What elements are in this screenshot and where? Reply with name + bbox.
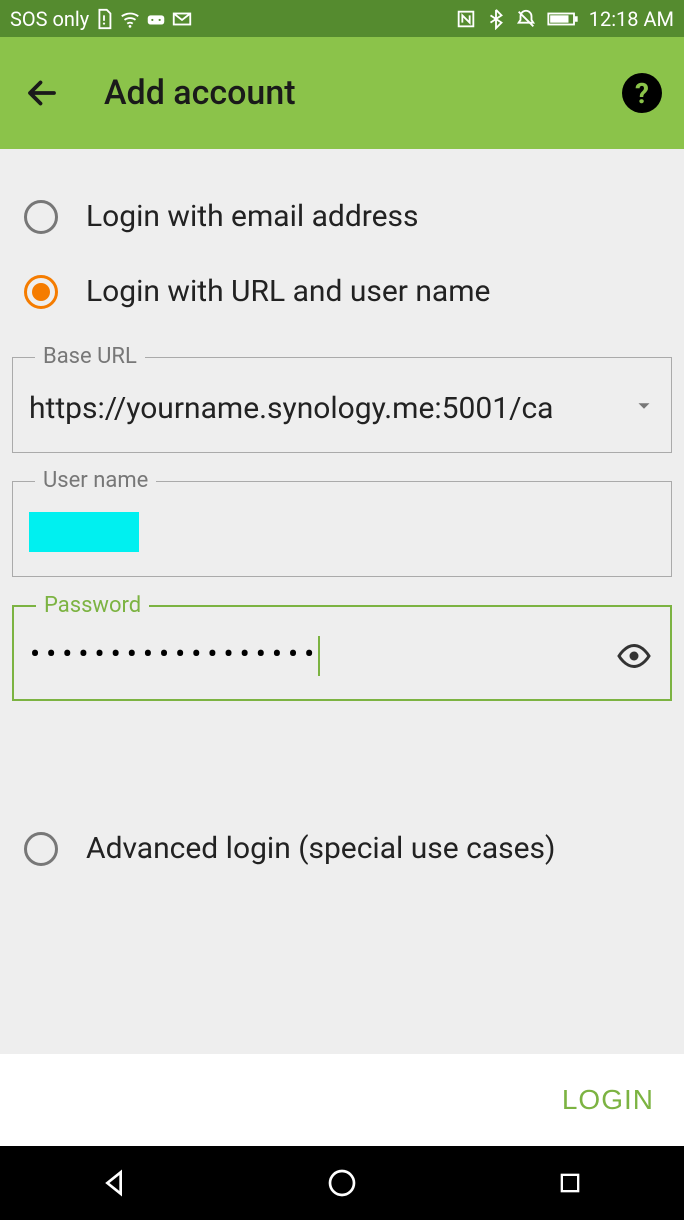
system-nav-bar bbox=[0, 1146, 684, 1220]
carrier-text: SOS only bbox=[10, 7, 89, 31]
battery-icon bbox=[545, 8, 581, 30]
field-label: Base URL bbox=[35, 344, 145, 369]
radio-login-url[interactable]: Login with URL and user name bbox=[0, 254, 684, 329]
nav-recents-button[interactable] bbox=[545, 1158, 595, 1208]
status-bar: SOS only bbox=[0, 0, 684, 37]
field-label: Password bbox=[36, 593, 149, 618]
text-cursor bbox=[318, 636, 320, 676]
chevron-down-icon[interactable] bbox=[633, 395, 655, 421]
radio-label: Login with email address bbox=[86, 199, 419, 234]
content-area: Login with email address Login with URL … bbox=[0, 149, 684, 1146]
app-bar: Add account ? bbox=[0, 37, 684, 149]
sim-alert-icon bbox=[93, 8, 115, 30]
radio-advanced-login[interactable]: Advanced login (special use cases) bbox=[0, 811, 684, 886]
game-icon bbox=[145, 8, 167, 30]
password-masked: •••••••••••••••••• bbox=[30, 636, 614, 676]
password-field[interactable]: Password •••••••••••••••••• bbox=[12, 605, 672, 701]
username-field[interactable]: User name bbox=[12, 481, 672, 577]
toggle-password-visibility[interactable] bbox=[614, 636, 654, 676]
radio-label: Advanced login (special use cases) bbox=[86, 831, 555, 866]
nav-home-button[interactable] bbox=[317, 1158, 367, 1208]
radio-icon bbox=[24, 200, 58, 234]
help-button[interactable]: ? bbox=[622, 73, 662, 113]
field-label: User name bbox=[35, 468, 156, 493]
base-url-input[interactable] bbox=[29, 391, 623, 426]
clock-text: 12:18 AM bbox=[589, 7, 674, 31]
mail-icon bbox=[171, 8, 193, 30]
radio-icon bbox=[24, 832, 58, 866]
nav-back-button[interactable] bbox=[89, 1158, 139, 1208]
footer-bar: LOGIN bbox=[0, 1054, 684, 1146]
dnd-icon bbox=[515, 8, 537, 30]
back-button[interactable] bbox=[20, 71, 64, 115]
radio-label: Login with URL and user name bbox=[86, 274, 490, 309]
wifi-icon bbox=[119, 8, 141, 30]
nfc-icon bbox=[455, 8, 477, 30]
bluetooth-icon bbox=[485, 8, 507, 30]
page-title: Add account bbox=[104, 73, 296, 113]
radio-icon-selected bbox=[24, 275, 58, 309]
username-redacted bbox=[29, 512, 139, 552]
base-url-field[interactable]: Base URL bbox=[12, 357, 672, 453]
login-button[interactable]: LOGIN bbox=[562, 1084, 654, 1116]
radio-login-email[interactable]: Login with email address bbox=[0, 179, 684, 254]
